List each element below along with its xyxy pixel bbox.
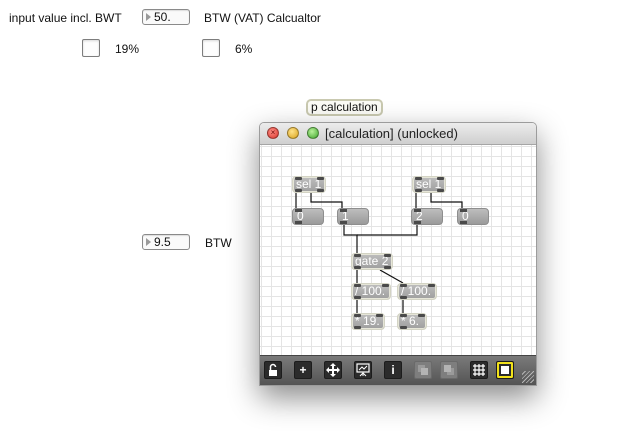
number-triangle-icon (146, 238, 151, 246)
patcher-toolbar: + i (260, 355, 536, 385)
multiply-object-a[interactable]: * 19. (351, 313, 385, 330)
message-0-a[interactable]: 0 (292, 208, 324, 225)
calculation-window: × [calculation] (unlocked) sel 1 sel 1 0… (259, 122, 537, 386)
message-2[interactable]: 2 (411, 208, 443, 225)
window-titlebar[interactable]: × [calculation] (unlocked) (260, 123, 536, 145)
number-triangle-icon (146, 13, 151, 21)
resize-grip-icon[interactable] (522, 371, 534, 383)
toggle-6-percent[interactable] (202, 39, 220, 57)
patch-cord (343, 225, 358, 253)
presentation-icon[interactable] (354, 361, 372, 379)
subpatch-object[interactable]: p calculation (306, 99, 383, 116)
toggle-19-label: 19% (115, 42, 140, 56)
patch-cord (310, 193, 343, 208)
toggle-6-label: 6% (235, 42, 253, 56)
output-label: BTW (205, 236, 232, 250)
sel1-object-a[interactable]: sel 1 (292, 176, 326, 193)
new-object-button[interactable]: + (294, 361, 312, 379)
minimize-icon[interactable] (287, 127, 299, 139)
gate-object[interactable]: gate 2 (351, 253, 393, 270)
patch-cord (379, 269, 404, 284)
input-number-value: 50. (154, 10, 171, 24)
message-0-b[interactable]: 0 (457, 208, 489, 225)
lock-icon[interactable] (264, 361, 282, 379)
output-number-value: 9.5 (154, 235, 171, 249)
toggle-19-percent[interactable] (82, 39, 100, 57)
send-backward-icon[interactable] (440, 361, 458, 379)
bring-forward-icon[interactable] (414, 361, 432, 379)
inspector-button[interactable]: i (384, 361, 402, 379)
zoom-icon[interactable] (307, 127, 319, 139)
window-title: [calculation] (unlocked) (325, 126, 458, 141)
sel1-object-b[interactable]: sel 1 (412, 176, 446, 193)
calculator-title: BTW (VAT) Calcualtor (204, 11, 321, 25)
divide-object-b[interactable]: / 100. (397, 283, 437, 300)
input-label: input value incl. BWT (9, 11, 122, 25)
message-1[interactable]: 1 (337, 208, 369, 225)
grid-icon[interactable] (470, 361, 488, 379)
multiply-object-b[interactable]: * 6. (397, 313, 427, 330)
patch-cord (430, 193, 463, 208)
output-number-box[interactable]: 9.5 (142, 234, 190, 250)
patch-canvas[interactable]: sel 1 sel 1 0 1 2 0 gate 2 / 100. / 100.… (260, 145, 536, 357)
patch-cord (357, 225, 418, 236)
move-icon[interactable] (324, 361, 342, 379)
close-icon[interactable]: × (267, 127, 279, 139)
divide-object-a[interactable]: / 100. (351, 283, 391, 300)
input-number-box[interactable]: 50. (142, 9, 190, 25)
snap-icon[interactable] (496, 361, 514, 379)
